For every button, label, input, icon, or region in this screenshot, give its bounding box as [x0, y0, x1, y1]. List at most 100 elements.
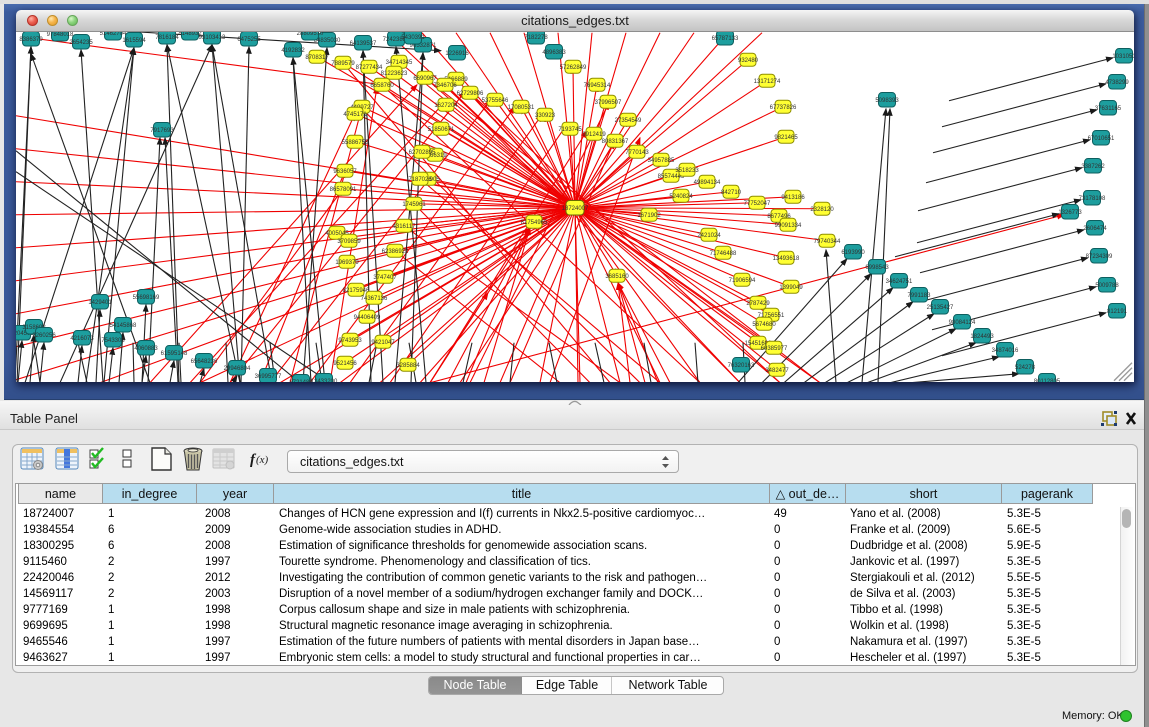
svg-text:13493618: 13493618: [773, 255, 800, 261]
svg-text:9912419: 9912419: [582, 131, 606, 137]
svg-text:7991183: 7991183: [908, 292, 932, 298]
svg-text:87277434: 87277434: [356, 64, 383, 70]
svg-text:1226916: 1226916: [445, 50, 469, 56]
svg-text:5098393: 5098393: [875, 97, 899, 103]
svg-text:9413186: 9413186: [781, 194, 805, 200]
svg-text:51850671: 51850671: [428, 126, 455, 132]
svg-text:34624751: 34624751: [886, 278, 913, 284]
svg-text:4060883: 4060883: [134, 345, 158, 351]
svg-text:1399049: 1399049: [779, 284, 803, 290]
svg-text:4745171: 4745171: [343, 111, 367, 117]
svg-text:5009788: 5009788: [1095, 282, 1119, 288]
svg-text:1671902: 1671902: [637, 212, 661, 218]
svg-text:49894134: 49894134: [694, 179, 721, 185]
svg-text:54145868: 54145868: [110, 322, 137, 328]
svg-text:9821465: 9821465: [774, 134, 798, 140]
svg-text:93103413: 93103413: [199, 34, 226, 40]
svg-text:71906594: 71906594: [729, 277, 756, 283]
svg-text:62386922: 62386922: [382, 248, 409, 254]
svg-text:7770143: 7770143: [625, 149, 649, 155]
svg-text:1615594: 1615594: [122, 37, 146, 43]
svg-text:62702895: 62702895: [409, 149, 436, 155]
svg-text:73178108: 73178108: [1079, 195, 1106, 201]
svg-text:1745961: 1745961: [402, 201, 426, 207]
svg-text:8386379: 8386379: [19, 36, 43, 42]
svg-text:2787429: 2787429: [746, 300, 770, 306]
svg-text:29946804: 29946804: [224, 365, 251, 371]
svg-text:18724007: 18724007: [562, 205, 589, 211]
svg-text:61595148: 61595148: [161, 350, 188, 356]
svg-text:6475255: 6475255: [237, 36, 261, 42]
svg-text:842710: 842710: [721, 189, 742, 195]
svg-text:4738299: 4738299: [1105, 79, 1129, 85]
svg-text:67010651: 67010651: [1088, 135, 1115, 141]
svg-text:71746488: 71746488: [710, 250, 737, 256]
svg-text:2328120: 2328120: [810, 206, 834, 212]
svg-text:5674680: 5674680: [752, 321, 776, 327]
svg-text:34714345: 34714345: [386, 59, 413, 65]
svg-text:3387262: 3387262: [1081, 163, 1105, 169]
svg-text:3518233: 3518233: [675, 167, 699, 173]
svg-text:76945314: 76945314: [584, 82, 611, 88]
svg-text:1326773: 1326773: [1058, 209, 1082, 215]
svg-text:37631165: 37631165: [1095, 105, 1122, 111]
svg-text:(x): (x): [256, 454, 269, 466]
svg-text:86578091: 86578091: [330, 186, 357, 192]
svg-text:57262849: 57262849: [560, 64, 587, 70]
svg-text:98084124: 98084124: [949, 319, 976, 325]
svg-text:5240824: 5240824: [669, 193, 693, 199]
svg-text:4316117: 4316117: [393, 223, 417, 229]
svg-text:4896383: 4896383: [542, 49, 566, 55]
svg-text:25135427: 25135427: [927, 304, 954, 310]
svg-text:81223623: 81223623: [381, 70, 408, 76]
svg-text:7182278: 7182278: [524, 34, 548, 40]
svg-text:67737826: 67737826: [770, 104, 797, 110]
svg-text:2421024: 2421024: [697, 232, 721, 238]
svg-text:55886753: 55886753: [342, 139, 369, 145]
svg-text:6690967: 6690967: [413, 75, 437, 81]
svg-text:6658760: 6658760: [370, 82, 394, 88]
svg-text:13171274: 13171274: [754, 78, 781, 84]
svg-text:17080531: 17080531: [508, 104, 535, 110]
svg-text:7193745: 7193745: [558, 126, 582, 132]
svg-text:34957885: 34957885: [648, 157, 675, 163]
svg-text:99091334: 99091334: [775, 222, 802, 228]
svg-text:9421047: 9421047: [371, 339, 395, 345]
svg-text:3747407: 3747407: [373, 274, 397, 280]
svg-text:524278: 524278: [1015, 364, 1036, 370]
svg-text:77752047: 77752047: [744, 200, 771, 206]
svg-text:812191: 812191: [1107, 308, 1128, 314]
svg-text:7346706: 7346706: [433, 82, 457, 88]
svg-text:2606474: 2606474: [1083, 225, 1107, 231]
svg-text:4192832: 4192832: [281, 47, 305, 53]
svg-text:79740344: 79740344: [814, 238, 841, 244]
svg-text:97848018: 97848018: [47, 32, 74, 38]
svg-text:74367136: 74367136: [361, 295, 388, 301]
svg-text:1824493: 1824493: [970, 333, 994, 339]
svg-text:64139537: 64139537: [350, 40, 377, 46]
svg-text:1627204: 1627204: [434, 102, 458, 108]
svg-text:1969379: 1969379: [335, 259, 359, 265]
svg-text:7543303: 7543303: [101, 337, 125, 343]
svg-text:330923: 330923: [535, 112, 556, 118]
svg-text:94406409: 94406409: [354, 314, 381, 320]
svg-text:27354549: 27354549: [615, 117, 642, 123]
svg-text:62729806: 62729806: [457, 90, 484, 96]
svg-text:1031051: 1031051: [1112, 53, 1134, 59]
svg-text:28809570: 28809570: [297, 32, 324, 37]
svg-text:5430391: 5430391: [401, 34, 425, 40]
svg-text:3285884: 3285884: [396, 362, 420, 368]
svg-text:37996507: 37996507: [595, 99, 622, 105]
svg-text:9636057: 9636057: [333, 168, 357, 174]
svg-text:13433200: 13433200: [311, 378, 338, 382]
svg-text:76320163: 76320163: [728, 362, 755, 368]
svg-text:3709859: 3709859: [337, 238, 361, 244]
svg-text:60385977: 60385977: [761, 345, 788, 351]
svg-text:932480: 932480: [738, 57, 759, 63]
svg-text:7917693: 7917693: [150, 127, 174, 133]
svg-text:8148932: 8148932: [178, 32, 202, 37]
svg-text:7816184: 7816184: [155, 34, 179, 40]
svg-text:87234309: 87234309: [1086, 253, 1113, 259]
svg-text:65787133: 65787133: [712, 35, 739, 41]
svg-text:81754965: 81754965: [521, 219, 548, 225]
